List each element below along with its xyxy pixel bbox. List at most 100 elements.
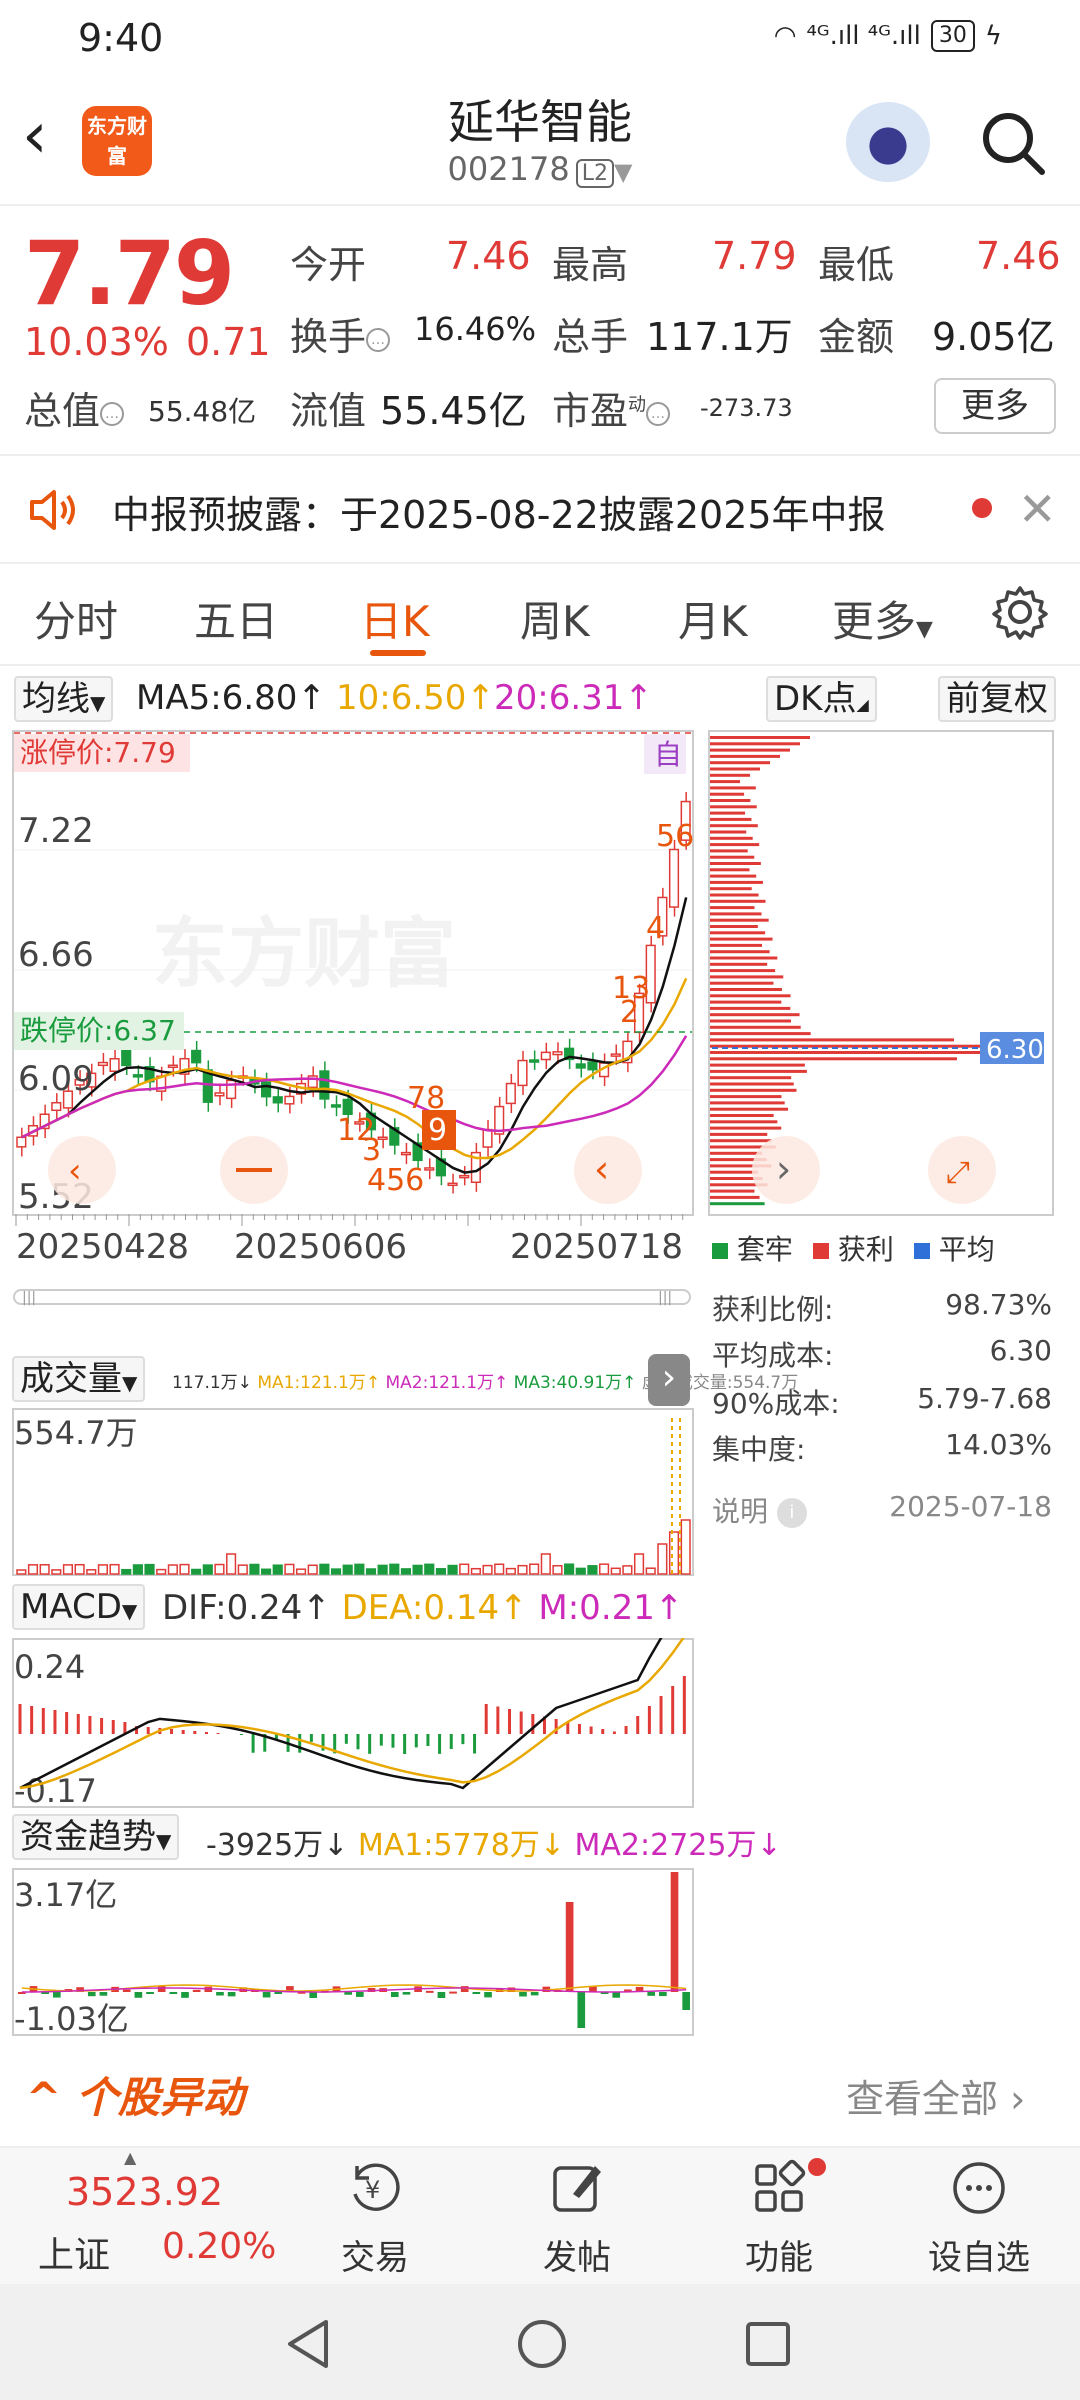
indicator-selector[interactable]: 均线▼ [14,676,114,722]
recents-square-icon[interactable] [742,2318,794,2370]
grid-icon [755,2159,806,2212]
info-icon[interactable]: … [100,401,125,426]
volume-top-tick: 554.7万 [14,1414,138,1452]
expand-arrow-button[interactable]: › [648,1354,690,1406]
candle-body [400,1151,412,1156]
tab-five-day[interactable]: 五日 [194,588,278,649]
volume-bar [668,1531,680,1575]
volume-bar [610,1567,621,1575]
nav-functions[interactable]: 功能 [714,2158,844,2279]
chip-bar [710,1038,954,1042]
open-value: 7.46 [446,234,531,278]
x-tick: 20250718 [510,1227,683,1267]
ma-row: 均线▼ MA5:6.80↑ 10:6.50↑ 20:6.31↑ DK点◢ 前复权 [14,674,1074,730]
stock-code-value: 002178 [447,150,570,188]
adjust-selector[interactable]: 前复权 [938,676,1056,722]
fund-bar [52,1992,61,1998]
fund-selector[interactable]: 资金趋势▼ [12,1814,180,1860]
volume-bar [202,1564,213,1575]
nav-trade[interactable]: ¥ 交易 [310,2158,440,2279]
fund-ma1: MA1:5778万↓ [357,1828,565,1863]
candle-body [191,1049,202,1064]
macd-chart[interactable]: 0.24 -0.17 [12,1638,694,1808]
fund-bar [122,1989,131,1992]
more-button[interactable]: 更多 [934,378,1056,434]
last-price: 7.79 [24,222,235,325]
fund-chart[interactable]: 3.17亿 -1.03亿 [12,1868,694,2036]
fund-bar [437,1992,446,1998]
candle-body [505,1082,516,1105]
back-triangle-icon[interactable] [282,2316,334,2372]
nav-add-watchlist[interactable]: 设自选 [914,2158,1044,2279]
info-icon[interactable]: … [366,327,391,352]
range-scrollbar[interactable] [13,1289,691,1305]
chip-bar [710,773,750,777]
legend-swatch [913,1243,930,1259]
volume-selector[interactable]: 成交量▼ [12,1356,146,1402]
nav-label: 设自选 [928,2238,1030,2278]
auto-badge: 自 [654,738,682,771]
search-icon[interactable] [978,108,1048,178]
volume-bar [354,1563,365,1575]
tab-monthly-k[interactable]: 月K [678,588,748,649]
high-label: 最高 [552,243,629,287]
chip-bar [710,912,762,916]
volume-bar [27,1564,39,1575]
fund-bar [262,1992,271,1998]
notification-dot [808,2158,826,2176]
home-circle-icon[interactable] [514,2316,570,2372]
fund-bar [227,1992,236,1997]
l2-badge[interactable]: L2 [575,159,614,188]
nav-post[interactable]: 发帖 [512,2158,642,2279]
volume-chart[interactable]: 554.7万 [12,1408,694,1576]
tab-more-label: 更多 [832,597,917,646]
note-link[interactable]: 说明 i [712,1490,807,1530]
chip-bar [710,1170,758,1174]
info-icon[interactable]: … [646,401,671,426]
chip-bar [710,786,756,790]
notice-bar[interactable]: 中报预披露：于2025-08-22披露2025年中报 ✕ [0,456,1080,564]
gear-icon[interactable] [990,582,1050,642]
chip-bar [710,799,751,802]
tab-more[interactable]: 更多▼ [832,588,933,649]
pattern-marker: 2 [620,995,639,1030]
fund-bar [356,1992,364,1997]
fund-bar [146,1992,154,1994]
stock-move-title[interactable]: ^ 个股异动 [26,2064,244,2125]
index-ticker[interactable]: ▲ 3523.92 上证 0.20% [0,2148,276,2286]
drag-handle-icon[interactable]: ||| [22,1290,36,1306]
chip-bar [710,1000,782,1004]
macd-selector[interactable]: MACD▼ [12,1584,146,1630]
scroll-left-button[interactable] [48,1136,116,1204]
fund-value: -3925万↓ [206,1828,349,1863]
nav-label: 功能 [745,2238,813,2278]
chip-bar [710,1057,957,1061]
legend-label: 获利 [837,1233,894,1266]
volume-value: 117.1万↓ [172,1373,252,1393]
drag-handle-icon[interactable]: ||| [658,1290,672,1306]
tab-daily-k[interactable]: 日K [360,588,430,649]
legend-item: 套牢 [712,1228,793,1268]
robot-assistant-icon[interactable] [846,102,930,182]
chip-bar [710,1195,760,1199]
chip-bar [710,981,774,985]
mktcap-label: 总值… [24,380,125,435]
chip-bar [710,830,747,834]
kline-chart[interactable]: 东方财富 涨停价:7.79 跌停价:6.37 7.22 6.66 6.09 5.… [12,730,694,1310]
chip-bar [710,824,758,828]
close-icon[interactable]: ✕ [1018,482,1057,536]
chip-bar [710,956,778,960]
high-value: 7.79 [712,234,797,278]
view-all-link[interactable]: 查看全部 › [846,2068,1025,2123]
chip-distribution-chart[interactable]: 6.30 › ⤢ [708,730,1054,1216]
volume-bar [680,1519,691,1575]
tab-weekly-k[interactable]: 周K [520,588,590,649]
candle-body [272,1096,283,1104]
tab-intraday[interactable]: 分时 [34,588,118,649]
candle-body [529,1059,540,1063]
stat-label: 集中度: [712,1433,806,1466]
volume-bar [482,1564,493,1575]
dk-point-toggle[interactable]: DK点◢ [766,676,877,722]
chevron-down-icon[interactable]: ▼ [614,158,632,186]
status-time: 9:40 [78,16,164,60]
